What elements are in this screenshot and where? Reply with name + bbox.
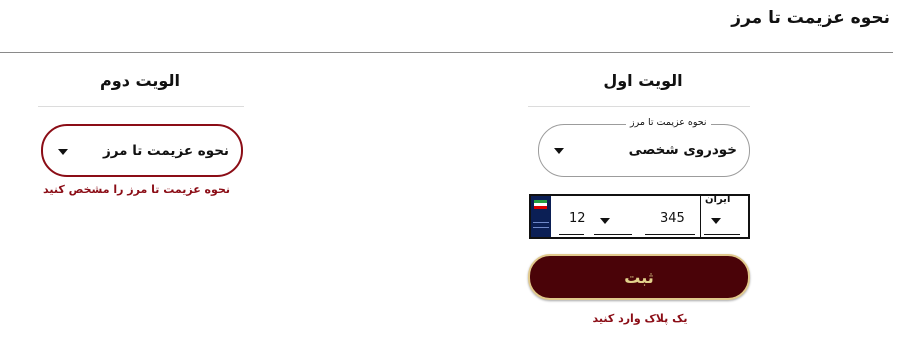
- plate-error: یک پلاک وارد کنید: [592, 312, 688, 325]
- plate-separator: [700, 196, 701, 237]
- plate-two-digit[interactable]: 12: [569, 211, 586, 226]
- page-title: نحوه عزیمت تا مرز: [731, 8, 890, 28]
- second-priority-divider: [38, 106, 244, 107]
- plate-number-underline: [645, 234, 695, 235]
- second-travel-mode-error: نحوه عزیمت تا مرز را مشخص کنید: [43, 183, 230, 196]
- iran-flag-strip: [531, 196, 551, 237]
- chevron-down-icon[interactable]: [600, 218, 610, 224]
- first-priority-heading: الویت اول: [603, 71, 683, 90]
- plate-country-label: ایران: [705, 194, 731, 205]
- license-plate-input[interactable]: 12 345 ایران: [529, 194, 750, 239]
- plate-number[interactable]: 345: [660, 211, 685, 226]
- header-divider: [0, 52, 893, 53]
- first-priority-divider: [528, 106, 750, 107]
- plate-two-digit-underline: [559, 234, 584, 235]
- plate-region-underline: [704, 234, 740, 235]
- submit-button[interactable]: ثبت: [528, 254, 750, 300]
- chevron-down-icon: [554, 148, 564, 154]
- chevron-down-icon[interactable]: [711, 218, 721, 224]
- first-travel-mode-label: نحوه عزیمت تا مرز: [626, 117, 711, 128]
- second-travel-mode-select[interactable]: نحوه عزیمت تا مرز: [41, 124, 243, 177]
- chevron-down-icon: [58, 149, 68, 155]
- plate-letter-underline: [594, 234, 632, 235]
- first-travel-mode-value: خودروی شخصی: [628, 142, 737, 158]
- second-priority-heading: الویت دوم: [100, 71, 180, 90]
- second-travel-mode-value: نحوه عزیمت تا مرز: [102, 143, 229, 159]
- first-travel-mode-select[interactable]: خودروی شخصی: [538, 124, 750, 177]
